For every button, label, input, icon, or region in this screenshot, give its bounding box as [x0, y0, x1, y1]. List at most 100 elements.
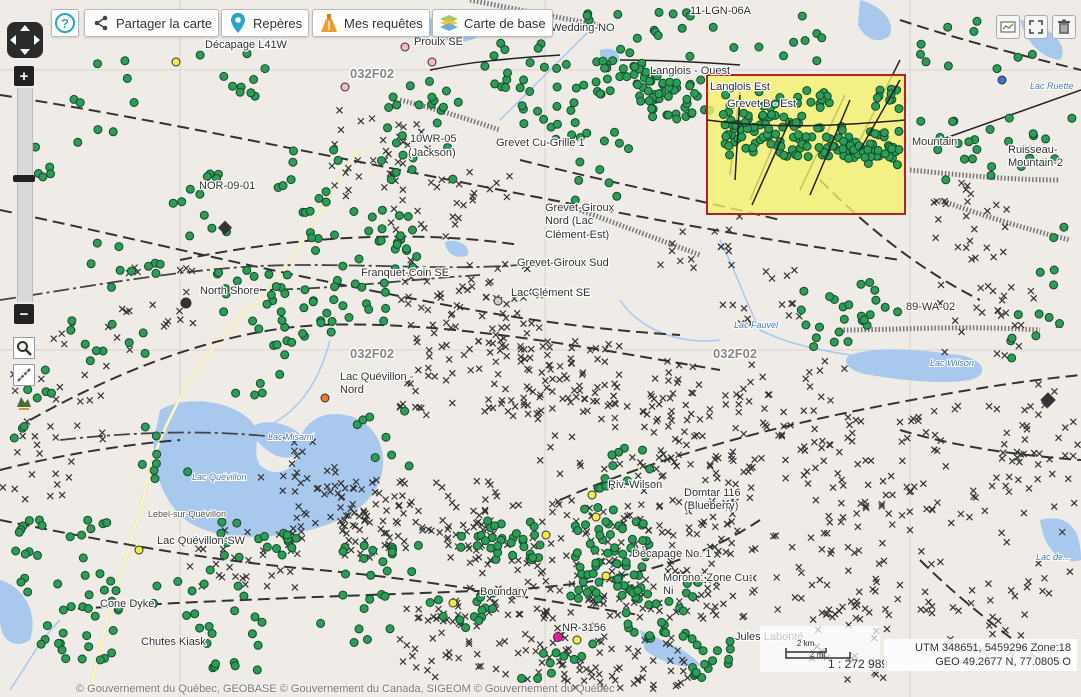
- occurrence-point: [645, 76, 654, 86]
- layers-button[interactable]: [13, 391, 35, 413]
- zoom-track[interactable]: [13, 88, 35, 302]
- occurrence-point: [400, 406, 410, 416]
- occurrence-point: [766, 139, 776, 149]
- place-label: Riv. Wilson: [608, 479, 662, 491]
- occurrence-point: [394, 211, 404, 221]
- pan-control[interactable]: [6, 21, 44, 59]
- occurrence-point: [571, 83, 581, 93]
- occurrence-point: [40, 365, 50, 375]
- occurrence-point: [441, 86, 451, 96]
- occurrence-point: [288, 157, 298, 167]
- occurrence-point: [595, 530, 605, 540]
- measure-button[interactable]: [13, 364, 35, 386]
- occurrence-point: [613, 574, 623, 584]
- zoom-in-button[interactable]: +: [14, 66, 34, 86]
- water-label: Lac Wilson: [930, 358, 974, 368]
- place-label: Lac Quévillon -: [340, 371, 414, 383]
- occurrence-point: [725, 644, 735, 654]
- occurrence-point: [341, 569, 350, 579]
- share-map-button[interactable]: Partager la carte: [84, 9, 220, 37]
- occurrence-point: [354, 254, 364, 264]
- occurrence-point: [566, 105, 576, 115]
- markers-button[interactable]: Repères: [221, 9, 310, 37]
- occurrence-point: [377, 205, 387, 215]
- zoom-out-button[interactable]: −: [14, 304, 34, 324]
- occurrence-point: [427, 92, 437, 102]
- occurrence-point: [539, 62, 549, 72]
- basemap-button[interactable]: Carte de base: [432, 9, 553, 37]
- occurrence-point: [438, 102, 448, 112]
- export-button[interactable]: [996, 15, 1020, 39]
- place-label: Proulx SE: [414, 36, 463, 48]
- place-label: Chutes Kiask: [141, 636, 206, 648]
- occurrence-point: [566, 591, 576, 601]
- occurrence-point: [152, 581, 162, 591]
- occurrence-point: [663, 110, 673, 120]
- occurrence-point: [137, 459, 147, 469]
- occurrence-point: [107, 282, 116, 292]
- occurrence-point: [573, 593, 583, 603]
- occurrence-point: [578, 577, 588, 587]
- occurrence-point: [151, 459, 161, 469]
- occurrence-point: [685, 81, 695, 91]
- my-queries-label: Mes requêtes: [344, 15, 423, 31]
- occurrence-point: [844, 153, 854, 163]
- occurrence-point: [396, 231, 405, 241]
- place-label: Grevet B - Est: [727, 98, 796, 110]
- occurrence-point: [23, 587, 33, 597]
- occurrence-point: [517, 101, 527, 111]
- occurrence-point: [327, 317, 337, 326]
- occurrence-point: [271, 282, 281, 292]
- occurrence-point: [618, 64, 628, 74]
- zoom-slider[interactable]: + −: [13, 66, 35, 325]
- map-canvas[interactable]: 032F02 032F02 032F02 Riv. Wedding-NO 11-…: [0, 0, 1081, 697]
- occurrence-point: [625, 48, 635, 58]
- yellow-point: [541, 530, 551, 540]
- occurrence-point: [384, 103, 394, 112]
- place-label: Boundary: [480, 586, 528, 598]
- occurrence-point: [657, 617, 666, 627]
- occurrence-point: [608, 461, 618, 471]
- occurrence-point: [593, 503, 603, 512]
- basemap-label: Carte de base: [464, 15, 546, 31]
- occurrence-point: [582, 587, 592, 597]
- occurrence-point: [182, 611, 192, 620]
- fullscreen-button[interactable]: [1024, 15, 1048, 39]
- help-button[interactable]: ?: [51, 9, 79, 37]
- occurrence-point: [685, 51, 695, 61]
- zoom-box-icon: [17, 341, 32, 356]
- occurrence-point: [362, 635, 372, 644]
- occurrence-point: [359, 604, 369, 614]
- occurrence-point: [379, 278, 389, 288]
- occurrence-point: [432, 118, 442, 128]
- occurrence-point: [33, 550, 42, 560]
- occurrence-point: [255, 378, 265, 388]
- occurrence-point: [633, 80, 643, 90]
- occurrence-point: [214, 268, 224, 278]
- occurrence-point: [698, 646, 708, 656]
- occurrence-point: [249, 271, 259, 281]
- occurrence-point: [84, 590, 94, 600]
- occurrence-point: [19, 421, 29, 431]
- occurrence-point: [503, 68, 512, 78]
- occurrence-point: [797, 111, 807, 121]
- zoom-box-button[interactable]: [13, 337, 35, 359]
- occurrence-point: [618, 524, 627, 534]
- occurrence-point: [632, 33, 642, 43]
- occurrence-point: [552, 63, 562, 73]
- occurrence-point: [242, 265, 252, 275]
- clear-button[interactable]: [1052, 15, 1076, 39]
- occurrence-point: [964, 137, 974, 147]
- place-label: Ni: [663, 585, 673, 597]
- occurrence-point: [413, 540, 423, 550]
- occurrence-point: [815, 103, 825, 112]
- occurrence-point: [1027, 49, 1037, 59]
- occurrence-point: [77, 654, 87, 664]
- layers-icon: [17, 397, 31, 410]
- occurrence-point: [605, 530, 615, 539]
- occurrence-point: [972, 16, 982, 26]
- occurrence-point: [276, 307, 286, 317]
- zoom-handle[interactable]: [13, 175, 35, 182]
- my-queries-button[interactable]: Mes requêtes: [312, 9, 430, 37]
- occurrence-point: [93, 59, 102, 69]
